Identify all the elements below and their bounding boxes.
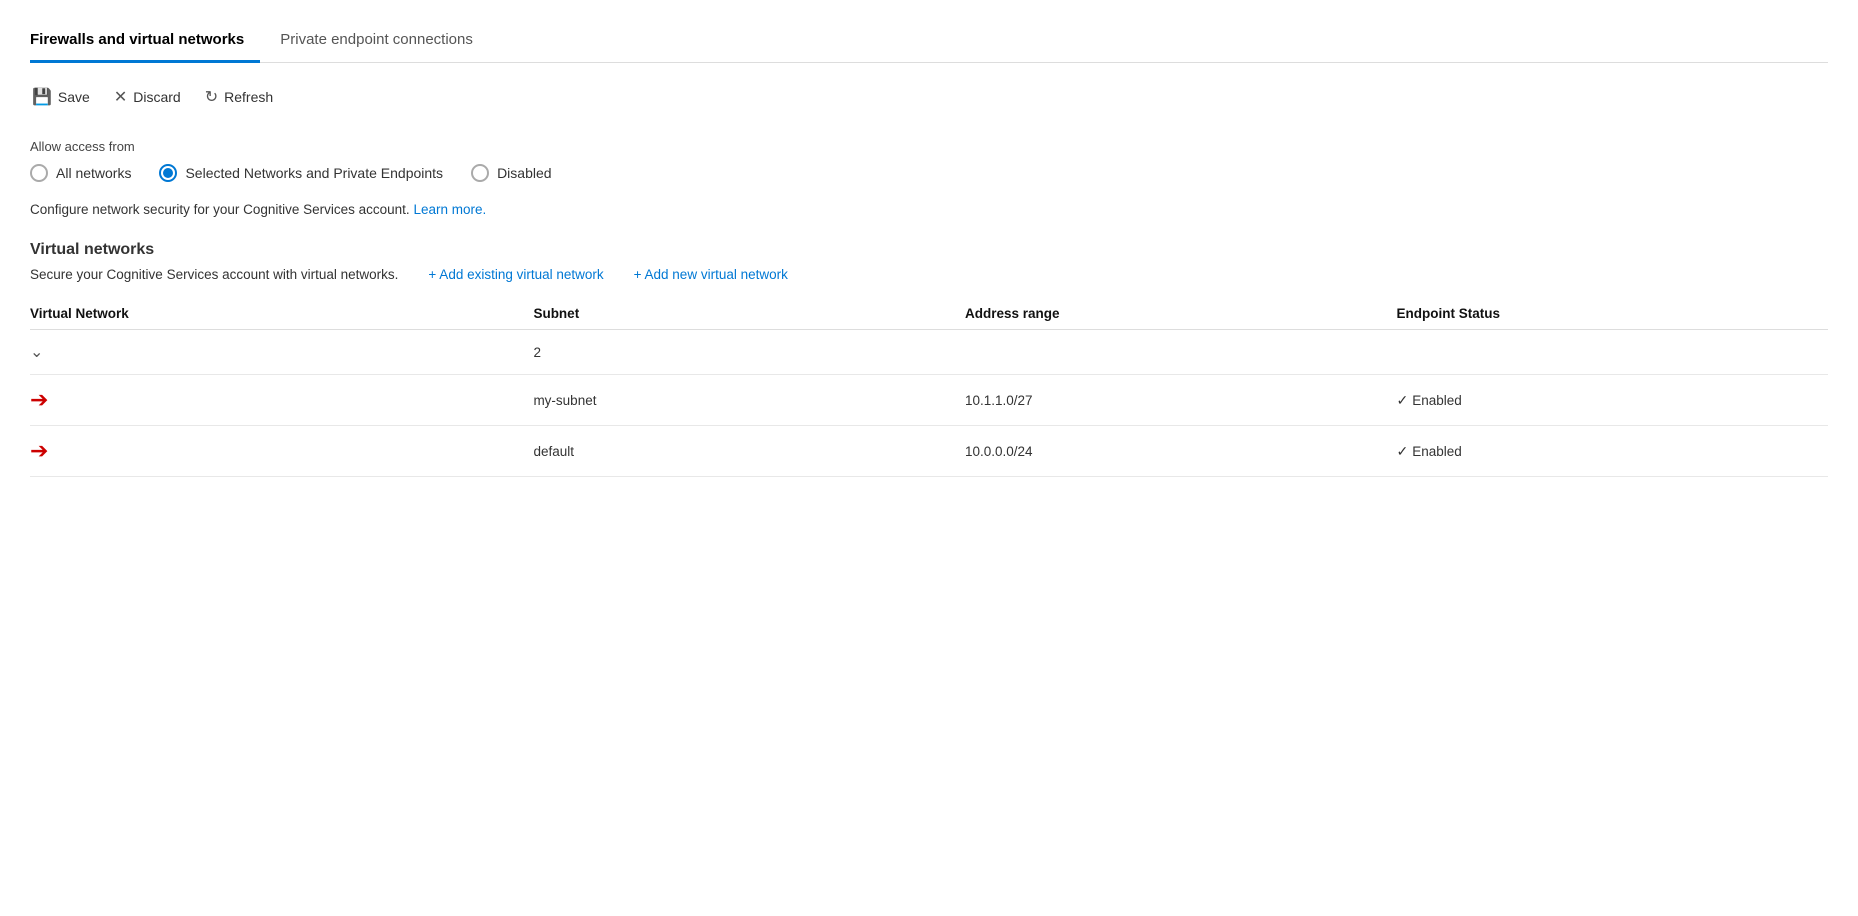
discard-label: Discard [133,89,180,105]
tab-firewalls[interactable]: Firewalls and virtual networks [30,21,260,63]
expand-addr-cell [965,330,1397,375]
row1-vnet-cell: ➔ [30,375,533,426]
table-row: ➔ my-subnet 10.1.1.0/27 ✓ Enabled [30,375,1828,426]
table-row: ⌄ 2 [30,330,1828,375]
radio-selected-networks[interactable]: Selected Networks and Private Endpoints [159,164,443,182]
radio-all-networks[interactable]: All networks [30,164,131,182]
save-button[interactable]: 💾 Save [30,83,92,111]
arrow-right-icon: ➔ [30,440,48,462]
row1-subnet-cell: my-subnet [533,375,965,426]
checkmark-icon: ✓ [1396,392,1408,409]
subnet-count: 2 [533,345,541,360]
radio-circle-selected [159,164,177,182]
status-label: Enabled [1412,393,1462,408]
refresh-button[interactable]: ↻ Refresh [203,83,275,111]
row2-addr-cell: 10.0.0.0/24 [965,426,1397,477]
refresh-icon: ↻ [205,87,218,107]
col-header-subnet: Subnet [533,298,965,330]
status-label: Enabled [1412,444,1462,459]
access-radio-group: All networks Selected Networks and Priva… [30,164,1828,182]
status-enabled: ✓ Enabled [1396,392,1816,409]
row2-status-cell: ✓ Enabled [1396,426,1828,477]
radio-circle-disabled [471,164,489,182]
table-header-row: Virtual Network Subnet Address range End… [30,298,1828,330]
learn-more-link[interactable]: Learn more. [413,202,486,217]
add-existing-vnet-link[interactable]: + Add existing virtual network [428,267,603,282]
discard-button[interactable]: ✕ Discard [112,83,183,111]
radio-label-disabled: Disabled [497,165,551,181]
arrow-right-icon: ➔ [30,389,48,411]
save-label: Save [58,89,90,105]
col-header-vnet: Virtual Network [30,298,533,330]
save-icon: 💾 [32,87,52,107]
refresh-label: Refresh [224,89,273,105]
add-new-vnet-link[interactable]: + Add new virtual network [634,267,788,282]
toolbar: 💾 Save ✕ Discard ↻ Refresh [30,83,1828,111]
checkmark-icon: ✓ [1396,443,1408,460]
vnet-subheader: Secure your Cognitive Services account w… [30,267,1828,282]
allow-access-section: Allow access from All networks Selected … [30,139,1828,182]
radio-circle-all [30,164,48,182]
row2-vnet-cell: ➔ [30,426,533,477]
expand-vnet-cell: ⌄ [30,330,533,375]
virtual-networks-heading: Virtual networks [30,241,1828,259]
col-header-address: Address range [965,298,1397,330]
tab-private-endpoints[interactable]: Private endpoint connections [280,21,489,63]
radio-label-selected: Selected Networks and Private Endpoints [185,165,443,181]
radio-label-all: All networks [56,165,131,181]
description-text: Configure network security for your Cogn… [30,202,1828,217]
row1-addr-cell: 10.1.1.0/27 [965,375,1397,426]
allow-access-label: Allow access from [30,139,1828,154]
expand-subnet-cell: 2 [533,330,965,375]
virtual-networks-section: Virtual networks Secure your Cognitive S… [30,241,1828,477]
row2-subnet-cell: default [533,426,965,477]
chevron-down-icon[interactable]: ⌄ [30,344,43,361]
vnet-subheader-text: Secure your Cognitive Services account w… [30,267,398,282]
discard-icon: ✕ [114,87,127,107]
expand-status-cell [1396,330,1828,375]
table-row: ➔ default 10.0.0.0/24 ✓ Enabled [30,426,1828,477]
status-enabled: ✓ Enabled [1396,443,1816,460]
row1-status-cell: ✓ Enabled [1396,375,1828,426]
radio-disabled[interactable]: Disabled [471,164,551,182]
col-header-status: Endpoint Status [1396,298,1828,330]
tab-bar: Firewalls and virtual networks Private e… [30,20,1828,63]
virtual-networks-table: Virtual Network Subnet Address range End… [30,298,1828,477]
